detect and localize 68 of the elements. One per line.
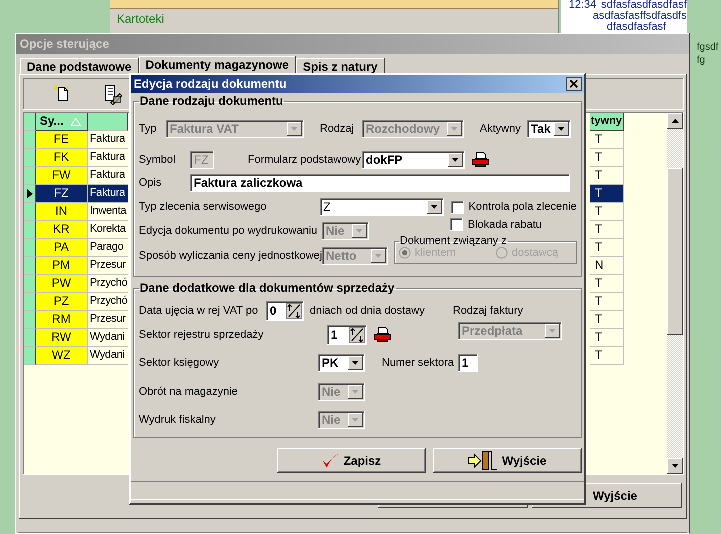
table-cell: T [590,131,624,149]
table-cell: T [590,329,624,347]
field-label: Rodzaj [320,123,356,135]
message-time: 12:34 [569,0,597,11]
table-cell: Przychó [88,275,128,293]
field-label: Formularz podstawowy [248,154,362,166]
checkbox-label: Kontrola pola zlecenie [468,201,577,213]
table-cell: Przesur [88,257,128,275]
table-cell: Wydani [88,347,128,365]
section-title: Dane rodzaju dokumentu [139,94,284,108]
field-label: Edycja dokumentu po wydrukowaniu [139,225,319,237]
table-cell: T [590,221,624,239]
table-cell: WZ [36,347,88,365]
field-label: Sektor księgowy [139,356,220,368]
table-cell: T [590,275,624,293]
table-cell: Przesur [88,311,128,329]
table-cell: T [590,203,624,221]
table-cell: PZ [36,293,88,311]
field-label: Numer sektora [382,356,456,368]
table-cell: T [590,239,624,257]
field-label: dniach od dnia dostawy [310,305,426,317]
table-cell: IN [36,203,88,221]
table-cell: T [590,311,624,329]
field-label: Data ujęcia w rej VAT po [139,305,260,317]
message-text: sdfasfasdfasdfasf [601,0,687,11]
field-label: Typ [139,123,158,135]
checkbox-label: Blokada rabatu [468,218,542,230]
field-label: Wydruk fiskalny [139,414,217,426]
window-title: Opcje sterujące [16,34,689,54]
table-cell: PA [36,239,88,257]
table-cell: KR [36,221,88,239]
field-label: Symbol [139,154,177,166]
table-cell: T [590,185,624,203]
table-cell: RM [36,311,88,329]
field-label: Opis [139,177,163,189]
table-cell: Faktura [88,185,128,203]
field-label: Aktywny [480,123,522,135]
field-label: Rodzaj faktury [453,305,524,317]
field-label: Sektor rejestru sprzedaży [139,329,265,341]
table-cell: PW [36,275,88,293]
dialog-title: Edycja rodzaju dokumentu [134,77,287,91]
table-cell: T [590,149,624,167]
table-cell: Faktura [88,131,128,149]
table-cell: T [590,347,624,365]
section-label: Kartoteki [117,12,164,26]
table-cell: RW [36,329,88,347]
table-cell: Przychó [88,293,128,311]
table-cell: Wydani [88,329,128,347]
table-cell: Faktura [88,149,128,167]
table-cell: FK [36,149,88,167]
message-text: asdfasfasffsdfasdfs [593,11,687,22]
table-cell: FZ [36,185,88,203]
table-cell: PM [36,257,88,275]
field-label: Typ zlecenia serwisowego [139,201,268,213]
table-cell: T [590,293,624,311]
side-text: fgsdf [697,41,719,54]
group-title: Dokument związany z [399,235,508,247]
table-cell: Inwenta [88,203,128,221]
message-text: dfasdfasfasf [607,22,666,33]
field-label: Sposób wyliczania ceny jednostkowej [139,250,322,262]
field-label: Obrót na magazynie [139,386,240,398]
table-cell: FE [36,131,88,149]
table-cell: Korekta [88,221,128,239]
table-cell: Parago [88,239,128,257]
side-text: fg [697,54,706,67]
table-cell: FW [36,167,88,185]
table-cell: N [590,257,624,275]
section-title: Dane dodatkowe dla dokumentów sprzedaży [139,281,396,295]
